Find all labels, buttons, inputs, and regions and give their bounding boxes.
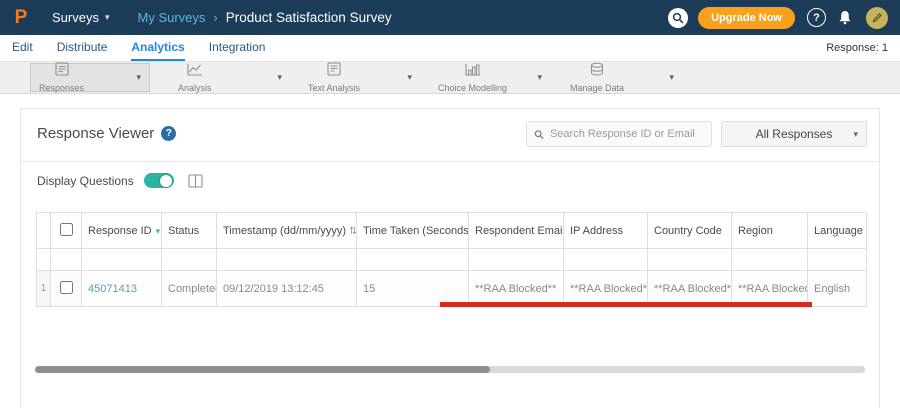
- filter-cell: [731, 248, 808, 271]
- text-analysis-icon: [325, 62, 343, 82]
- breadcrumb-my-surveys[interactable]: My Surveys: [138, 10, 206, 25]
- cell-response-id[interactable]: 45071413: [81, 270, 162, 307]
- toolbar-label: Choice Modelling: [438, 83, 508, 93]
- toolbar-label: Analysis: [178, 83, 212, 93]
- table-filter-row: [36, 248, 867, 271]
- col-time-taken[interactable]: Time Taken (Seconds)⇅: [356, 212, 469, 249]
- display-questions-label: Display Questions: [37, 173, 134, 188]
- breadcrumb: My Surveys › Product Satisfaction Survey: [138, 10, 392, 25]
- toolbar-item-analysis[interactable]: Analysis ▾: [170, 62, 290, 93]
- notifications-bell-icon[interactable]: [838, 10, 852, 25]
- filter-cell: [81, 248, 162, 271]
- chevron-down-icon[interactable]: ▾: [407, 72, 412, 83]
- toolbar-item-manage-data[interactable]: Manage Data ▾: [562, 62, 682, 93]
- tab-analytics[interactable]: Analytics: [131, 35, 185, 61]
- responses-filter-dropdown[interactable]: All Responses ▾: [721, 121, 867, 147]
- user-avatar[interactable]: [866, 6, 888, 29]
- search-response-input[interactable]: [549, 128, 704, 140]
- toolbar-item-choice-modelling[interactable]: Choice Modelling ▾: [430, 62, 550, 93]
- highlight-underline-annotation: [440, 302, 812, 307]
- table-header-row: Response ID ▾ Status Timestamp (dd/mm/yyy…: [36, 212, 867, 249]
- surveys-menu[interactable]: Surveys ▾: [46, 6, 116, 29]
- columns-icon[interactable]: [188, 173, 203, 188]
- row-select-cell: [50, 270, 82, 307]
- filter-cell: [50, 248, 82, 271]
- filter-cell: [36, 248, 51, 271]
- cell-language: English: [807, 270, 867, 307]
- survey-nav-bar: Edit Distribute Analytics Integration Re…: [0, 35, 900, 61]
- filter-cell: [216, 248, 357, 271]
- title-help-icon[interactable]: ?: [161, 126, 177, 141]
- col-ip-address[interactable]: IP Address: [563, 212, 648, 249]
- responses-icon: [53, 62, 71, 82]
- col-response-id[interactable]: Response ID ▾: [81, 212, 162, 249]
- page-title: Response Viewer: [37, 125, 155, 142]
- top-bar: P Surveys ▾ My Surveys › Product Satisfa…: [0, 0, 900, 35]
- select-all-header: [50, 212, 82, 249]
- sort-icon: ⇅: [349, 226, 355, 237]
- divider: [21, 161, 879, 162]
- display-questions-toggle[interactable]: [143, 173, 174, 188]
- upgrade-now-button[interactable]: Upgrade Now: [698, 6, 795, 29]
- responses-table: Response ID ▾ Status Timestamp (dd/mm/yyy…: [36, 212, 867, 307]
- scrollbar-thumb[interactable]: [35, 366, 490, 373]
- filter-cell: [647, 248, 732, 271]
- col-timestamp[interactable]: Timestamp (dd/mm/yyyy)⇅: [216, 212, 357, 249]
- chevron-down-icon: ▾: [104, 12, 110, 22]
- col-status[interactable]: Status: [161, 212, 217, 249]
- responses-filter-value: All Responses: [755, 127, 833, 141]
- chevron-down-icon[interactable]: ▾: [669, 72, 674, 83]
- toolbar-label: Responses: [39, 83, 85, 93]
- toolbar-item-responses[interactable]: Responses ▾: [30, 62, 150, 93]
- select-all-checkbox[interactable]: [59, 222, 73, 236]
- filter-cell: [468, 248, 564, 271]
- search-icon[interactable]: [668, 7, 689, 28]
- filter-cell: [807, 248, 867, 271]
- sort-desc-icon: ▾: [155, 225, 161, 236]
- analytics-toolbar: Responses ▾ Analysis ▾ Text Analysis ▾ C…: [0, 61, 900, 94]
- col-language[interactable]: Language: [807, 212, 867, 249]
- col-region[interactable]: Region: [731, 212, 808, 249]
- horizontal-scrollbar[interactable]: [35, 366, 865, 373]
- row-index: 1: [36, 270, 51, 307]
- choice-modelling-icon: [464, 62, 482, 82]
- analysis-icon: [186, 62, 204, 82]
- manage-data-icon: [588, 62, 606, 82]
- col-respondent-email[interactable]: Respondent Email: [468, 212, 564, 249]
- cell-timestamp: 09/12/2019 13:12:45: [216, 270, 357, 307]
- col-country-code[interactable]: Country Code: [647, 212, 732, 249]
- tab-distribute[interactable]: Distribute: [57, 35, 108, 61]
- breadcrumb-separator: ›: [213, 10, 218, 25]
- row-checkbox[interactable]: [59, 280, 73, 294]
- tab-edit[interactable]: Edit: [12, 35, 33, 61]
- cell-status: Completed: [161, 270, 217, 307]
- breadcrumb-current-survey: Product Satisfaction Survey: [225, 10, 392, 25]
- filter-cell: [356, 248, 469, 271]
- chevron-down-icon: ▾: [853, 128, 858, 139]
- questionpro-logo[interactable]: P: [10, 7, 32, 29]
- search-icon: [534, 129, 544, 139]
- toolbar-label: Manage Data: [570, 83, 625, 93]
- response-viewer-card: Response Viewer ? All Responses ▾ Displa…: [20, 108, 880, 408]
- chevron-down-icon[interactable]: ▾: [537, 72, 542, 83]
- response-count: Response: 1: [826, 42, 888, 54]
- help-button[interactable]: ?: [807, 8, 826, 27]
- surveys-menu-label: Surveys: [52, 10, 99, 25]
- chevron-down-icon[interactable]: ▾: [136, 72, 141, 83]
- filter-cell: [563, 248, 648, 271]
- filter-cell: [161, 248, 217, 271]
- chevron-down-icon[interactable]: ▾: [277, 72, 282, 83]
- tab-integration[interactable]: Integration: [209, 35, 266, 61]
- toolbar-label: Text Analysis: [308, 83, 361, 93]
- response-search-box[interactable]: [526, 121, 712, 147]
- toolbar-item-text-analysis[interactable]: Text Analysis ▾: [300, 62, 420, 93]
- index-column-header: [36, 212, 51, 249]
